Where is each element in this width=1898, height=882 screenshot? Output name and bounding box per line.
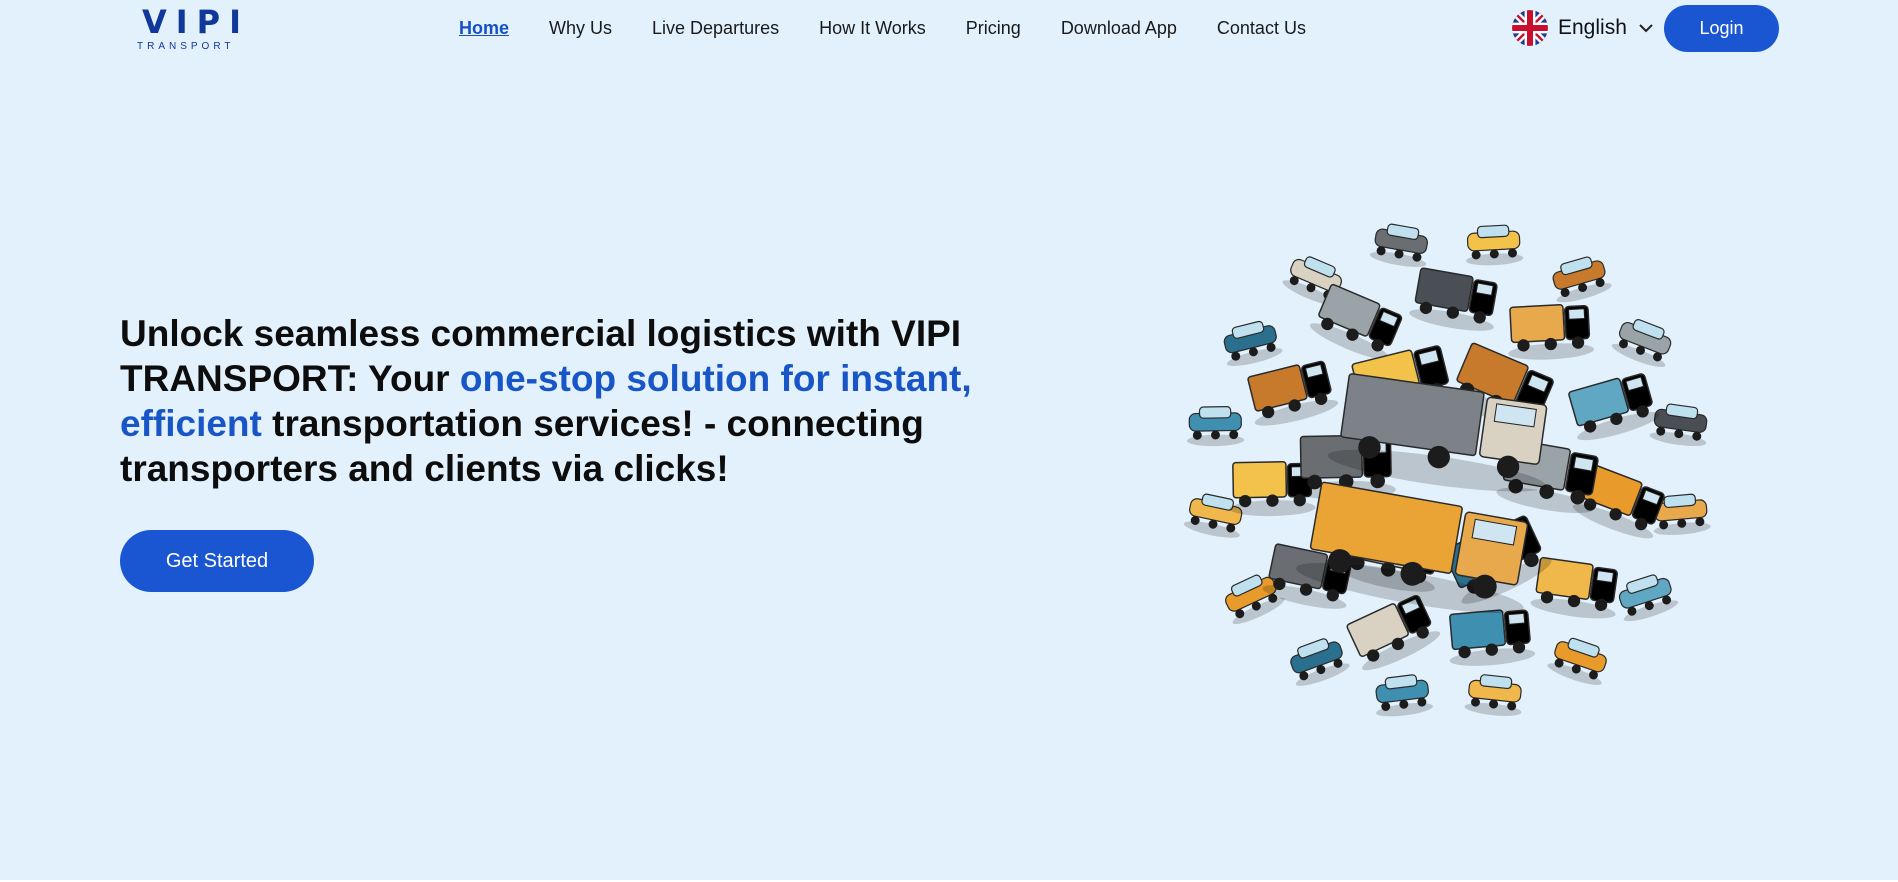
nav-pricing[interactable]: Pricing (966, 16, 1021, 40)
vehicle-graphic (1466, 224, 1524, 266)
vehicle-graphic (1611, 319, 1672, 368)
vehicle-graphic (1649, 403, 1708, 447)
vehicle-graphic (1223, 320, 1283, 366)
vehicle-graphic (1247, 360, 1339, 426)
vehicle-graphic (1290, 638, 1350, 686)
vehicle-graphic (1508, 304, 1595, 360)
nav-home[interactable]: Home (459, 16, 509, 40)
vehicle-graphic (1449, 609, 1536, 666)
vehicle-graphic (1618, 574, 1679, 622)
main-nav: Home Why Us Live Departures How It Works… (459, 16, 1346, 40)
vehicle-graphic (1568, 373, 1660, 441)
nav-how-it-works[interactable]: How It Works (819, 16, 926, 40)
nav-why-us[interactable]: Why Us (549, 16, 612, 40)
vehicle-graphic (1464, 674, 1522, 716)
vehicle-graphic (1187, 405, 1245, 447)
vehicle-graphic (1552, 256, 1612, 303)
language-selector[interactable]: English (1512, 10, 1653, 46)
logo-tagline: TRANSPORT (137, 41, 235, 52)
nav-live-departures[interactable]: Live Departures (652, 16, 779, 40)
vehicles-cluster-illustration (1183, 223, 1711, 717)
nav-contact-us[interactable]: Contact Us (1217, 16, 1306, 40)
get-started-button[interactable]: Get Started (120, 530, 314, 592)
chevron-down-icon (1639, 24, 1653, 33)
vehicle-graphic (1369, 223, 1429, 267)
brand-logo[interactable]: VIPI TRANSPORT (133, 3, 251, 54)
vehicle-graphic (1375, 674, 1433, 717)
language-label: English (1558, 16, 1627, 39)
uk-flag-icon (1512, 10, 1548, 46)
vehicle-graphic (1547, 637, 1607, 685)
logo-wordmark: VIPI (142, 3, 251, 41)
vehicle-graphic (1409, 267, 1498, 331)
hero-title: Unlock seamless commercial logistics wit… (120, 311, 990, 491)
nav-download-app[interactable]: Download App (1061, 16, 1177, 40)
login-button[interactable]: Login (1664, 5, 1779, 52)
